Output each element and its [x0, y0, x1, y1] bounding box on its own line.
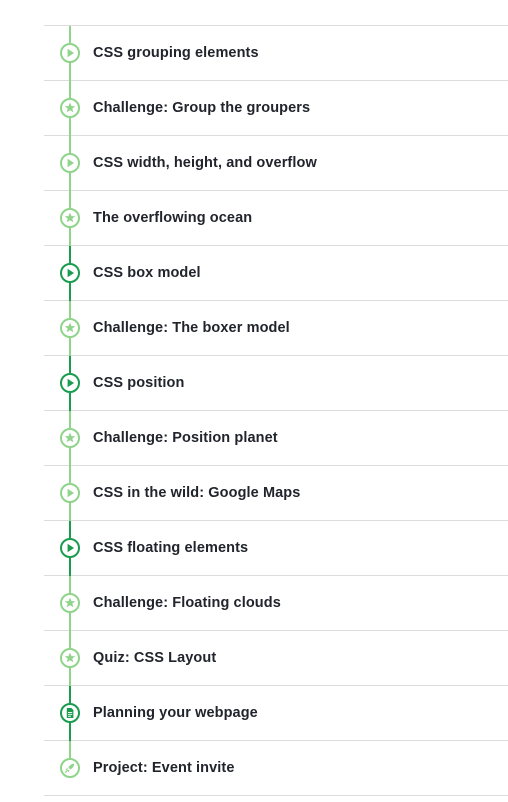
timeline-connector [69, 338, 71, 356]
lesson-item[interactable]: Challenge: The boxer model [44, 301, 508, 356]
timeline-connector [69, 356, 71, 373]
timeline-connector [69, 631, 71, 648]
lesson-title[interactable]: CSS width, height, and overflow [93, 136, 317, 190]
timeline-connector [69, 173, 71, 191]
star-icon [60, 428, 80, 448]
timeline-connector [69, 26, 71, 43]
star-icon [60, 593, 80, 613]
lesson-title[interactable]: Planning your webpage [93, 686, 258, 740]
lesson-title[interactable]: Quiz: CSS Layout [93, 631, 216, 685]
lesson-title[interactable]: Challenge: Position planet [93, 411, 278, 465]
timeline-connector [69, 503, 71, 521]
rocket-icon [60, 758, 80, 778]
lesson-item[interactable]: CSS floating elements [44, 521, 508, 576]
lesson-item[interactable]: Project: Event invite [44, 741, 508, 796]
lesson-item[interactable]: The overflowing ocean [44, 191, 508, 246]
document-icon [60, 703, 80, 723]
timeline-connector [69, 246, 71, 263]
star-icon [60, 648, 80, 668]
lesson-item[interactable]: CSS in the wild: Google Maps [44, 466, 508, 521]
lesson-title[interactable]: Challenge: Floating clouds [93, 576, 281, 630]
lesson-item[interactable]: Challenge: Position planet [44, 411, 508, 466]
timeline-connector [69, 191, 71, 208]
timeline-connector [69, 576, 71, 593]
timeline-connector [69, 301, 71, 318]
timeline-connector [69, 393, 71, 411]
timeline-connector [69, 411, 71, 428]
timeline-connector [69, 448, 71, 466]
timeline-connector [69, 723, 71, 741]
lesson-item[interactable]: CSS width, height, and overflow [44, 136, 508, 191]
lesson-item[interactable]: Challenge: Floating clouds [44, 576, 508, 631]
lesson-title[interactable]: The overflowing ocean [93, 191, 252, 245]
timeline-connector [69, 613, 71, 631]
star-icon [60, 98, 80, 118]
lesson-title[interactable]: Project: Event invite [93, 741, 235, 795]
lesson-item[interactable]: CSS box model [44, 246, 508, 301]
timeline-connector [69, 283, 71, 301]
play-icon [60, 538, 80, 558]
timeline-connector [69, 81, 71, 98]
lesson-title[interactable]: CSS floating elements [93, 521, 248, 575]
star-icon [60, 208, 80, 228]
lesson-title[interactable]: CSS position [93, 356, 184, 410]
lesson-title[interactable]: Challenge: The boxer model [93, 301, 290, 355]
play-icon [60, 43, 80, 63]
lesson-title[interactable]: CSS box model [93, 246, 201, 300]
lesson-item[interactable]: Planning your webpage [44, 686, 508, 741]
lesson-title[interactable]: Challenge: Group the groupers [93, 81, 310, 135]
play-icon [60, 373, 80, 393]
timeline-connector [69, 558, 71, 576]
play-icon [60, 483, 80, 503]
timeline-connector [69, 466, 71, 483]
timeline-connector [69, 228, 71, 246]
play-icon [60, 263, 80, 283]
timeline-connector [69, 136, 71, 153]
timeline-connector [69, 741, 71, 758]
timeline-connector [69, 118, 71, 136]
timeline-connector [69, 63, 71, 81]
star-icon [60, 318, 80, 338]
play-icon [60, 153, 80, 173]
lesson-title[interactable]: CSS grouping elements [93, 26, 259, 80]
timeline-connector [69, 668, 71, 686]
lesson-item[interactable]: Challenge: Group the groupers [44, 81, 508, 136]
lesson-list: CSS grouping elements Challenge: Group th… [44, 25, 508, 796]
lesson-item[interactable]: CSS grouping elements [44, 26, 508, 81]
lesson-item[interactable]: Quiz: CSS Layout [44, 631, 508, 686]
lesson-title[interactable]: CSS in the wild: Google Maps [93, 466, 300, 520]
lesson-item[interactable]: CSS position [44, 356, 508, 411]
timeline-connector [69, 686, 71, 703]
timeline-connector [69, 521, 71, 538]
